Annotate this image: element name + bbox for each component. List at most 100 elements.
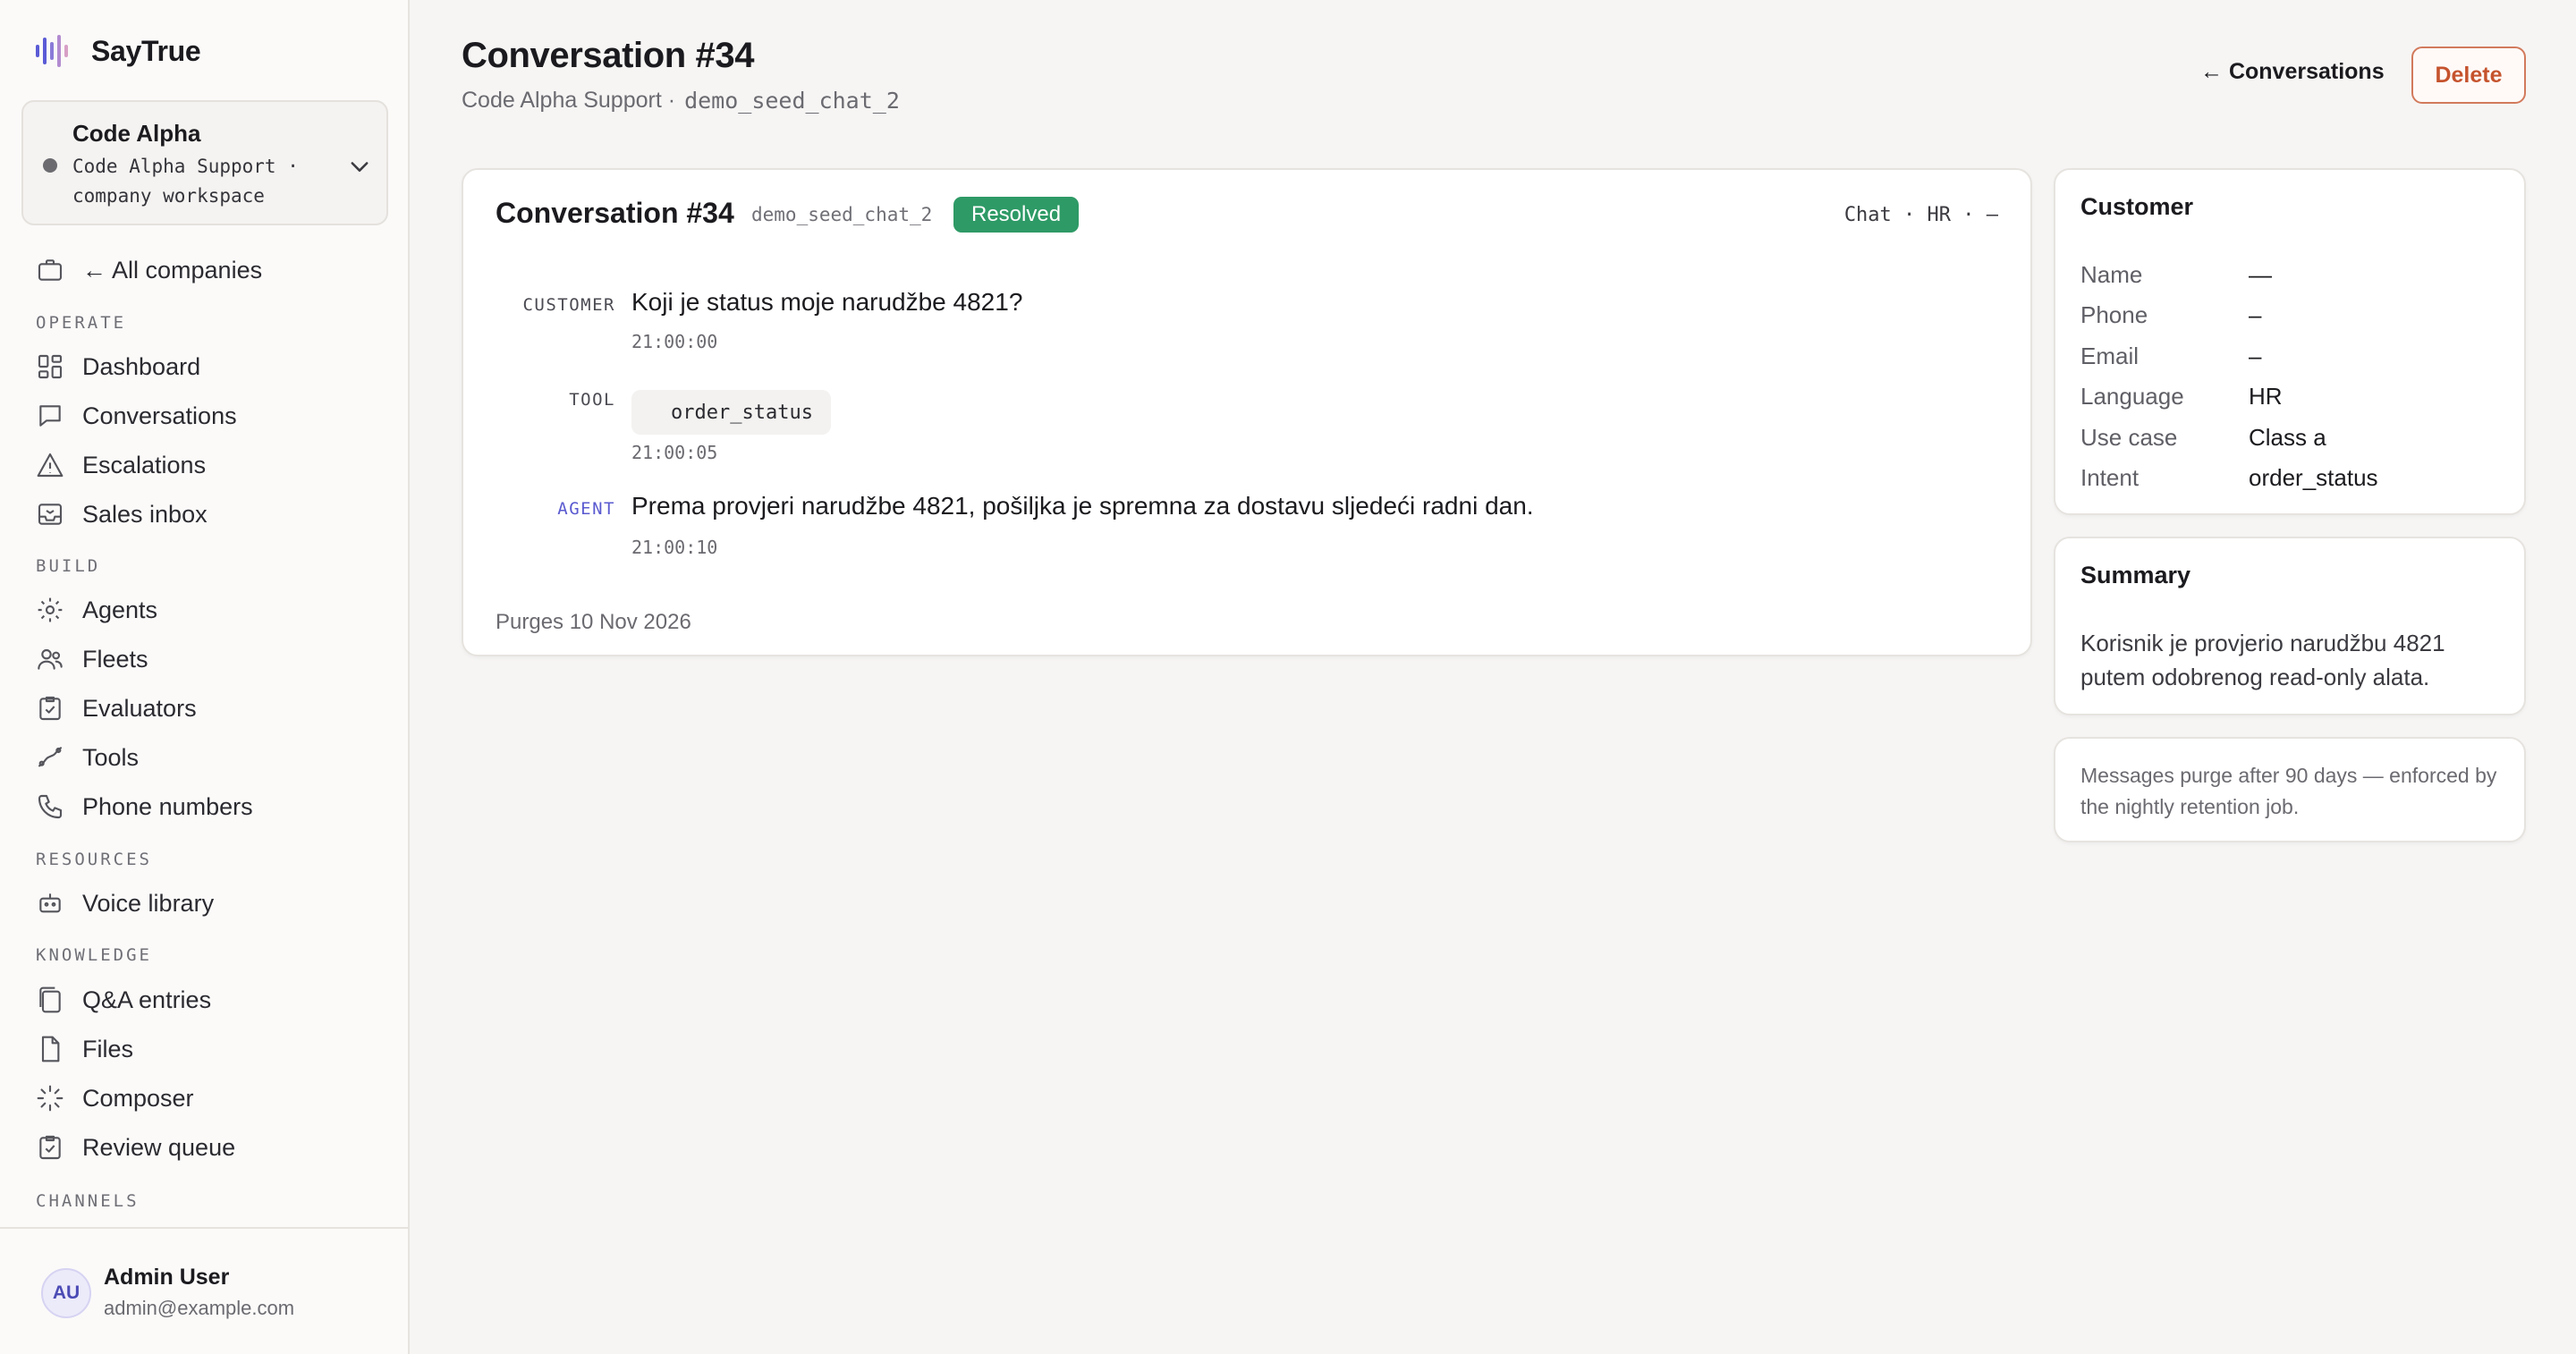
page-title: Conversation #34 [462,36,755,75]
sidebar-item-tools[interactable]: Tools [36,740,139,775]
conversation-meta: Chat · HR · – [1843,204,1998,226]
phone-icon [38,794,63,819]
sidebar-item-label: Tools [82,743,140,771]
field-label-phone: Phone [2080,301,2148,328]
inbox-icon [38,504,63,525]
status-badge: Resolved [953,197,1080,233]
brand[interactable]: SayTrue [34,32,201,70]
tool-call-chip[interactable]: order_status [631,390,831,435]
subtitle-slug: demo_seed_chat_2 [684,88,900,114]
workspace-subtitle: Code Alpha Support · company workspace [72,156,299,207]
sidebar-item-label: Composer [82,1084,194,1112]
sidebar-item-phone-numbers[interactable]: Phone numbers [36,789,253,825]
customer-card: Customer Name — Phone – Email – Language… [2054,168,2526,515]
field-value-name: — [2249,261,2272,288]
section-build: BUILD [36,556,101,576]
briefcase-icon [38,259,63,281]
clipboard-check-icon [39,696,61,721]
sidebar: SayTrue Code Alpha Code Alpha Support · … [0,0,410,1354]
sidebar-item-label: Review queue [82,1133,236,1161]
field-label-name: Name [2080,261,2143,288]
brand-name: SayTrue [91,34,201,67]
section-operate: OPERATE [36,313,127,333]
sidebar-item-files[interactable]: Files [36,1031,133,1067]
all-companies-link[interactable]: ← All companies [36,252,262,288]
sidebar-item-conversations[interactable]: Conversations [36,398,237,434]
sidebar-item-voice-library[interactable]: Voice library [36,885,214,921]
logo-icon [36,35,68,67]
clipboard-check-icon [39,1135,61,1160]
subtitle-company: Code Alpha Support · [462,88,676,113]
retention-note-card: Messages purge after 90 days — enforced … [2054,737,2526,842]
workspace-switcher[interactable]: Code Alpha Code Alpha Support · company … [21,100,388,225]
users-icon [38,648,63,670]
message-role-tool: TOOL [569,390,615,410]
sidebar-item-label: Sales inbox [82,500,208,528]
message-timestamp: 21:00:10 [631,537,718,558]
sidebar-item-qa-entries[interactable]: Q&A entries [36,982,211,1018]
sidebar-item-fleets[interactable]: Fleets [36,641,148,677]
conversation-card: Conversation #34 demo_seed_chat_2 Resolv… [462,168,2032,656]
all-companies-label: ← All companies [82,256,263,283]
field-value-phone: – [2249,301,2262,328]
sidebar-item-label: Conversations [82,402,237,429]
sidebar-item-sales-inbox[interactable]: Sales inbox [36,496,208,532]
sidebar-item-dashboard[interactable]: Dashboard [36,349,200,385]
customer-card-title: Customer [2080,193,2194,220]
summary-card: Summary Korisnik je provjerio narudžbu 4… [2054,537,2526,715]
field-value-intent: order_status [2249,464,2378,491]
message-role-customer: CUSTOMER [522,295,615,315]
section-knowledge: KNOWLEDGE [36,945,152,965]
page-subtitle: Code Alpha Support · demo_seed_chat_2 [462,88,900,114]
sidebar-item-evaluators[interactable]: Evaluators [36,690,197,726]
user-menu[interactable]: AU Admin User admin@example.com [0,1227,408,1354]
retention-note: Messages purge after 90 days — enforced … [2080,764,2497,818]
sidebar-item-label: Phone numbers [82,792,253,820]
field-value-email: – [2249,343,2262,369]
user-name: Admin User [104,1265,230,1290]
user-email: admin@example.com [104,1297,295,1319]
sidebar-item-escalations[interactable]: Escalations [36,447,206,483]
field-value-use-case: Class a [2249,424,2326,451]
tool-icon [38,747,63,767]
sidebar-item-label: Escalations [82,451,207,478]
back-to-conversations-link[interactable]: ← Conversations [2200,59,2385,85]
delete-button[interactable]: Delete [2411,47,2526,104]
summary-card-title: Summary [2080,562,2191,588]
warning-triangle-icon [37,453,64,478]
field-value-language: HR [2249,383,2283,410]
summary-text: Korisnik je provjerio narudžbu 4821 pute… [2080,630,2445,690]
chevron-down-icon [351,162,369,172]
sidebar-item-label: Evaluators [82,694,197,722]
robot-icon [39,893,61,913]
file-icon [41,1036,60,1062]
sidebar-item-label: Voice library [82,889,215,917]
sidebar-item-label: Files [82,1035,134,1062]
sidebar-item-label: Fleets [82,645,148,673]
workspace-status-dot [43,158,57,173]
section-channels: CHANNELS [36,1191,140,1211]
field-label-email: Email [2080,343,2140,369]
field-label-use-case: Use case [2080,424,2178,451]
sidebar-item-composer[interactable]: Composer [36,1080,194,1116]
sidebar-item-label: Q&A entries [82,986,212,1013]
purge-date: Purges 10 Nov 2026 [496,610,691,634]
section-resources: RESOURCES [36,850,152,869]
conversation-title: Conversation #34 [496,197,734,229]
sidebar-item-label: Agents [82,596,158,623]
message-timestamp: 21:00:05 [631,442,718,463]
field-label-intent: Intent [2080,464,2140,491]
message-timestamp: 21:00:00 [631,331,718,352]
workspace-name: Code Alpha [72,120,201,147]
copy-icon [39,986,61,1013]
sidebar-item-agents[interactable]: Agents [36,592,157,628]
gear-icon [38,597,63,622]
sidebar-item-review-queue[interactable]: Review queue [36,1130,235,1165]
field-label-language: Language [2080,383,2184,410]
sparkle-loader-icon [37,1085,64,1112]
message-text: Koji je status moje narudžbe 4821? [631,288,1023,316]
chat-bubble-icon [39,405,61,427]
conversation-slug: demo_seed_chat_2 [751,204,933,225]
sidebar-item-label: Dashboard [82,352,201,380]
message-role-agent: AGENT [557,499,615,519]
